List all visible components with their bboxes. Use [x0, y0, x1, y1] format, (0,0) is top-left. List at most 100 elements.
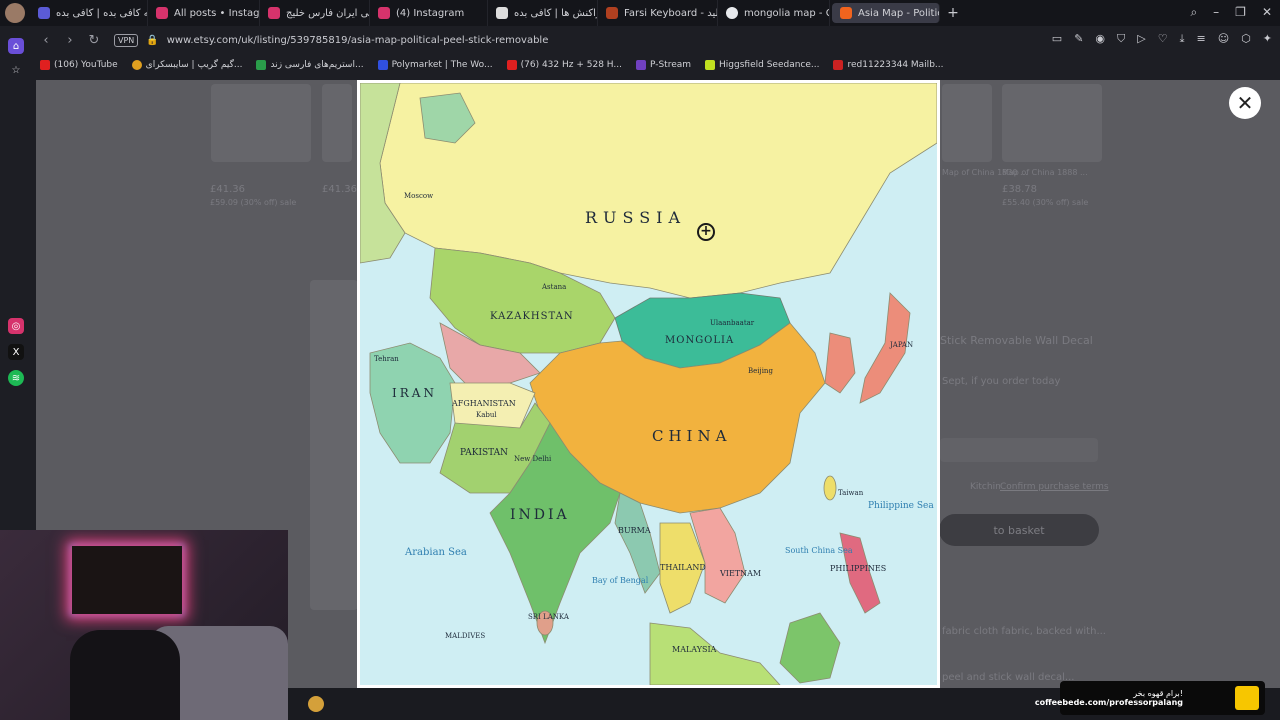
listing-thumbnail [1002, 84, 1102, 162]
profile-icon[interactable]: ☺ [1218, 32, 1229, 46]
bookmark-pstream[interactable]: P-Stream [635, 60, 691, 70]
label-kazakhstan: KAZAKHSTAN [490, 311, 574, 322]
person-silhouette [70, 630, 180, 720]
camera-icon[interactable]: ◉ [1095, 32, 1105, 46]
label-afghanistan: AFGHANISTAN [451, 399, 516, 408]
download-icon[interactable]: ⤓ [1180, 32, 1185, 46]
label-beijing: Beijing [748, 367, 773, 375]
tab-etsy-asia-map[interactable]: Asia Map - Political - Peel [832, 3, 940, 23]
bookmark-youtube-hz[interactable]: (76) 432 Hz + 528 H... [506, 60, 622, 70]
stream-icon [256, 60, 267, 70]
label-china: CHINA [652, 427, 731, 445]
label-iran: IRAN [392, 386, 437, 400]
listing-price: £41.36 [210, 184, 245, 195]
close-window-button[interactable]: ✕ [1262, 5, 1272, 20]
back-icon[interactable]: ‹ [36, 33, 56, 48]
new-tab-button[interactable]: + [942, 3, 964, 23]
listing-thumbnail [211, 84, 311, 162]
instagram-icon[interactable]: ◎ [8, 318, 24, 334]
menu-icon[interactable]: ≡ [1196, 32, 1205, 46]
youtube-icon [506, 60, 517, 70]
label-ulaanbaatar: Ulaanbaatar [710, 319, 755, 327]
extensions-icon[interactable]: ⬡ [1241, 32, 1251, 46]
listing-title: Map of China 1888 ... [1002, 168, 1088, 177]
home-icon[interactable]: ⌂ [8, 38, 24, 54]
close-lightbox-button[interactable]: ✕ [1229, 87, 1261, 119]
label-south-china-sea: South China Sea [785, 546, 853, 555]
coffee-tagline: برام قهوه بخر! [1133, 689, 1183, 698]
bookmark-youtube[interactable]: (106) YouTube [40, 60, 118, 70]
youtube-icon [40, 60, 50, 70]
coffee-url: coffeebede.com/professorpalang [1034, 698, 1183, 707]
fabric-description: fabric cloth fabric, backed with... [942, 626, 1106, 637]
tab-farsi-keyboard[interactable]: Farsi Keyboard - صفحه کلید [598, 0, 718, 26]
bookmark-mailbox[interactable]: red11223344 Mailb... [833, 60, 943, 70]
heart-icon[interactable]: ♡ [1158, 32, 1168, 46]
label-kabul: Kabul [476, 411, 497, 419]
label-pakistan: PAKISTAN [460, 448, 508, 458]
x-icon[interactable]: X [8, 344, 24, 360]
wordpress-icon[interactable] [308, 696, 324, 712]
tab-instagram-posts[interactable]: All posts • Instagram [148, 0, 260, 26]
minimize-button[interactable]: – [1213, 5, 1219, 20]
edit-icon[interactable]: ✎ [1074, 32, 1083, 46]
url-field[interactable]: www.etsy.com/uk/listing/539785819/asia-m… [167, 35, 549, 46]
ship-from: Kitchin [970, 482, 1001, 492]
label-tehran: Tehran [374, 355, 399, 363]
coffeebede-icon [38, 7, 50, 19]
bookmark-polymarket[interactable]: Polymarket | The Wo... [377, 60, 493, 70]
coffee-banner[interactable]: برام قهوه بخر! coffeebede.com/professorp… [1035, 681, 1265, 715]
label-sri-lanka: SRI LANKA [528, 613, 570, 621]
shield-icon[interactable]: ⛉ [1117, 32, 1125, 46]
spotify-icon[interactable]: ≋ [8, 370, 24, 386]
label-moscow: Moscow [404, 192, 433, 200]
profile-avatar[interactable] [0, 0, 30, 26]
vpn-badge[interactable]: VPN [114, 33, 139, 47]
delivery-note: Sept, if you order today [942, 376, 1061, 387]
mail-icon [833, 60, 844, 70]
gamegrip-icon [131, 60, 142, 70]
tab-instagram-2[interactable]: قلقلی ایران فارس خلیج [260, 0, 370, 26]
polymarket-icon [377, 60, 388, 70]
tab-bar: ورود به کافی بده | کافی بده All posts • … [0, 0, 1280, 26]
bookmarks-bar: (106) YouTube گیم گریپ | سایبسکرای... اس… [32, 54, 1280, 76]
label-arabian-sea: Arabian Sea [404, 547, 467, 558]
label-malaysia: MALAYSIA [672, 645, 717, 654]
label-bay-of-bengal: Bay of Bengal [592, 576, 649, 585]
instagram-icon [378, 7, 390, 19]
lock-icon[interactable]: 🔒 [146, 35, 158, 46]
label-russia: RUSSIA [585, 208, 686, 227]
bookmark-streams[interactable]: استریم‌های فارسی زند... [256, 60, 364, 70]
search-tabs-icon[interactable]: ⌕ [1190, 5, 1197, 20]
play-icon[interactable]: ▷ [1137, 32, 1145, 46]
ai-icon[interactable]: ✦ [1263, 32, 1272, 46]
split-view-icon[interactable]: ▭ [1052, 32, 1062, 46]
listing-thumbnail [322, 84, 352, 162]
listing-thumbnail [942, 84, 992, 162]
asia-political-map[interactable]: RUSSIA KAZAKHSTAN MONGOLIA CHINA IRAN AF… [360, 83, 937, 685]
tab-google-search[interactable]: mongolia map - Google S [718, 0, 830, 26]
bookmark-gamegrip[interactable]: گیم گریپ | سایبسکرای... [131, 60, 242, 70]
label-new-delhi: New Delhi [514, 455, 552, 463]
higgsfield-icon [705, 60, 716, 70]
listing-price: £41.36 [322, 184, 357, 195]
tab-coffeebede-transactions[interactable]: تراکنش ها | کافی بده [488, 0, 598, 26]
reload-icon[interactable]: ↻ [84, 33, 104, 48]
label-burma: BURMA [618, 526, 651, 535]
google-icon [726, 7, 738, 19]
tv-screen [72, 546, 182, 614]
restore-button[interactable]: ❐ [1235, 5, 1246, 20]
forward-icon[interactable]: › [60, 33, 80, 48]
label-mongolia: MONGOLIA [665, 335, 734, 346]
image-lightbox[interactable]: RUSSIA KAZAKHSTAN MONGOLIA CHINA IRAN AF… [357, 80, 940, 688]
coffee-cup-icon [1235, 686, 1259, 710]
variation-select [940, 438, 1098, 462]
tab-instagram-3[interactable]: (4) Instagram [370, 0, 488, 26]
bookmark-higgsfield[interactable]: Higgsfield Seedance... [705, 60, 819, 70]
product-title: Stick Removable Wall Decal [940, 334, 1093, 347]
label-vietnam: VIETNAM [719, 569, 761, 578]
zoom-cursor-icon: + [697, 223, 715, 241]
star-icon[interactable]: ☆ [8, 62, 24, 78]
tab-coffeebede-login[interactable]: ورود به کافی بده | کافی بده [30, 0, 148, 26]
gallery-thumbnail [310, 280, 358, 610]
